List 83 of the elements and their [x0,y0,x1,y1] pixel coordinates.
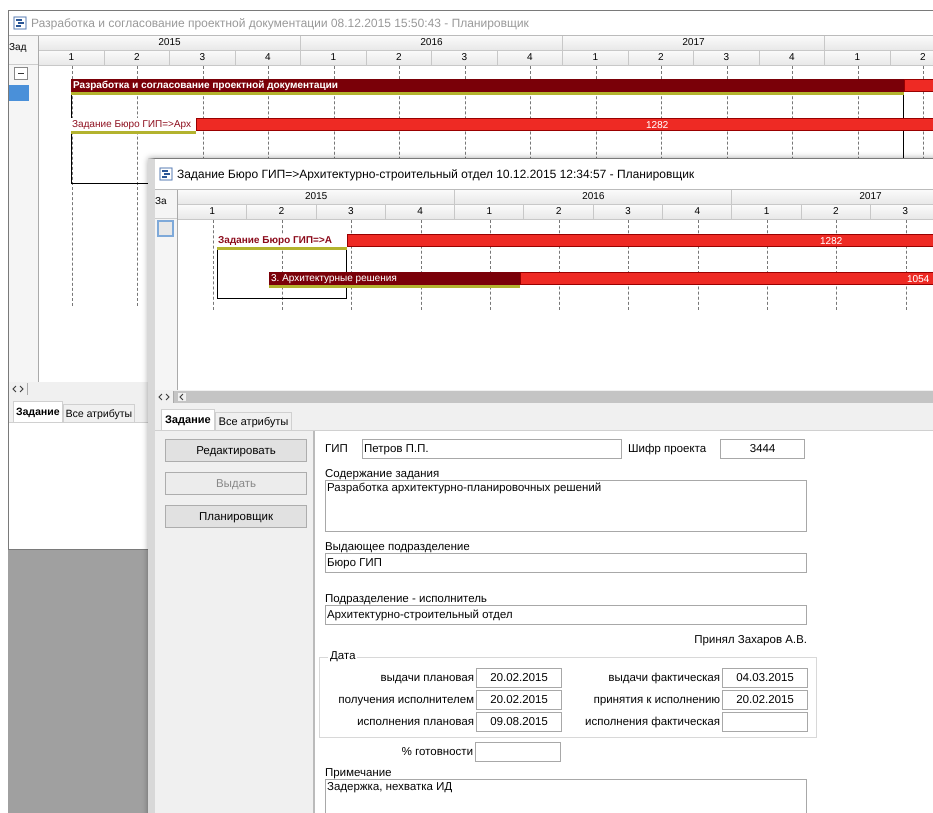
field-label: выдачи фактическая [607,672,721,684]
task-bar-label[interactable]: Разработка и согласование проектной документации [71,79,904,95]
task-bar-label[interactable]: Задание Бюро ГИП=>Арх [71,118,196,134]
text-area[interactable]: Задержка, нехватка ИД [325,779,807,813]
quarter-header: 3 [432,51,498,66]
date-field[interactable]: 04.03.2015 [722,668,808,688]
gantt-icon [159,167,173,181]
input-field[interactable] [475,742,561,762]
text-area[interactable]: Разработка архитектурно-планировочных решений [325,480,807,532]
action-button[interactable]: Редактировать [165,439,307,462]
quarter-header: 1 [825,51,890,66]
year-header: 2017 [732,190,933,205]
quarter-header: 1 [732,205,802,220]
quarter-header: 1 [563,51,628,66]
tab[interactable]: Задание [13,401,63,422]
quarter-header: 2 [247,205,317,220]
tab[interactable]: Все атрибуты [62,404,136,422]
window-title: Задание Бюро ГИП=>Архитектурно-строительный отдел 10.12.2015 12:34:57 - Планировщик [177,167,694,181]
input-field[interactable]: 3444 [720,438,805,458]
date-field[interactable]: 20.02.2015 [476,668,562,688]
quarter-header: 1 [301,51,366,66]
field-label: Содержание задания [325,468,440,480]
minus-icon [18,72,24,74]
field-label: выдачи плановая [379,672,475,684]
column-header: За [155,190,177,219]
group-legend: Дата [328,650,358,662]
input-field[interactable]: Петров П.П. [362,438,622,458]
quarter-header: 3 [694,51,760,66]
quarter-header: 3 [870,205,933,220]
field-label: Примечание [325,767,392,779]
field-label: Выдающее подразделение [325,541,470,553]
quarter-header: 4 [663,205,732,220]
duration-bar[interactable]: 1282 [196,118,933,131]
task-bar-label[interactable]: Задание Бюро ГИП=>А [217,234,347,250]
tab[interactable]: Задание [161,409,215,430]
year-header: 2015 [39,36,301,51]
field-label: получения исполнителем [337,694,475,706]
date-field[interactable]: 09.08.2015 [476,712,562,732]
quarter-header: 1 [178,205,248,220]
field-label: исполнения фактическая [584,716,721,728]
input-field[interactable]: Бюро ГИП [325,553,807,573]
quarter-header: 2 [366,51,432,66]
field-label: исполнения плановая [356,716,475,728]
task-bar-label[interactable]: 3. Архитектурные решения [269,272,520,288]
quarter-header: 3 [594,205,664,220]
year-header: 2016 [455,190,732,205]
duration-bar[interactable]: 1054 [520,272,933,285]
input-field[interactable]: Архитектурно-строительный отдел [325,605,807,625]
quarter-header: 3 [316,205,386,220]
date-field[interactable] [722,712,808,732]
date-field[interactable]: 20.02.2015 [722,690,808,710]
quarter-header: 2 [524,205,594,220]
field-label: Шифр проекта [628,442,708,454]
tab[interactable]: Все атрибуты [214,412,292,430]
quarter-header: 1 [455,205,524,220]
year-header: 2015 [178,190,456,205]
chevron-left-icon[interactable] [178,393,186,401]
field-label: ГИП [325,442,349,454]
accepted-by-text: Принял Захаров А.В. [693,634,807,646]
quarter-header: 2 [104,51,170,66]
field-label: % готовности [400,746,474,758]
row-selector[interactable] [157,220,174,237]
action-button[interactable]: Планировщик [165,505,307,528]
quarter-header: 4 [498,51,563,66]
gantt-icon [13,16,27,30]
quarter-header: 2 [802,205,871,220]
column-header: Зад [9,36,38,65]
quarter-header: 2 [890,51,933,66]
field-label: принятия к исполнению [592,694,721,706]
field-label: Подразделение - исполнитель [325,593,487,605]
year-header: 2016 [301,36,563,51]
year-header: 2017 [563,36,825,51]
horizontal-scrollbar[interactable] [174,391,933,403]
quarter-header: 2 [628,51,694,66]
quarter-header: 4 [760,51,825,66]
window-title: Разработка и согласование проектной документации 08.12.2015 15:50:43 - Планировщик [31,16,529,30]
date-field[interactable]: 20.02.2015 [476,690,562,710]
quarter-header: 1 [39,51,104,66]
quarter-header: 4 [386,205,456,220]
duration-bar[interactable]: 1282 [347,234,933,247]
quarter-header: 4 [236,51,301,66]
quarter-header: 3 [170,51,236,66]
collapse-button[interactable] [14,67,28,80]
